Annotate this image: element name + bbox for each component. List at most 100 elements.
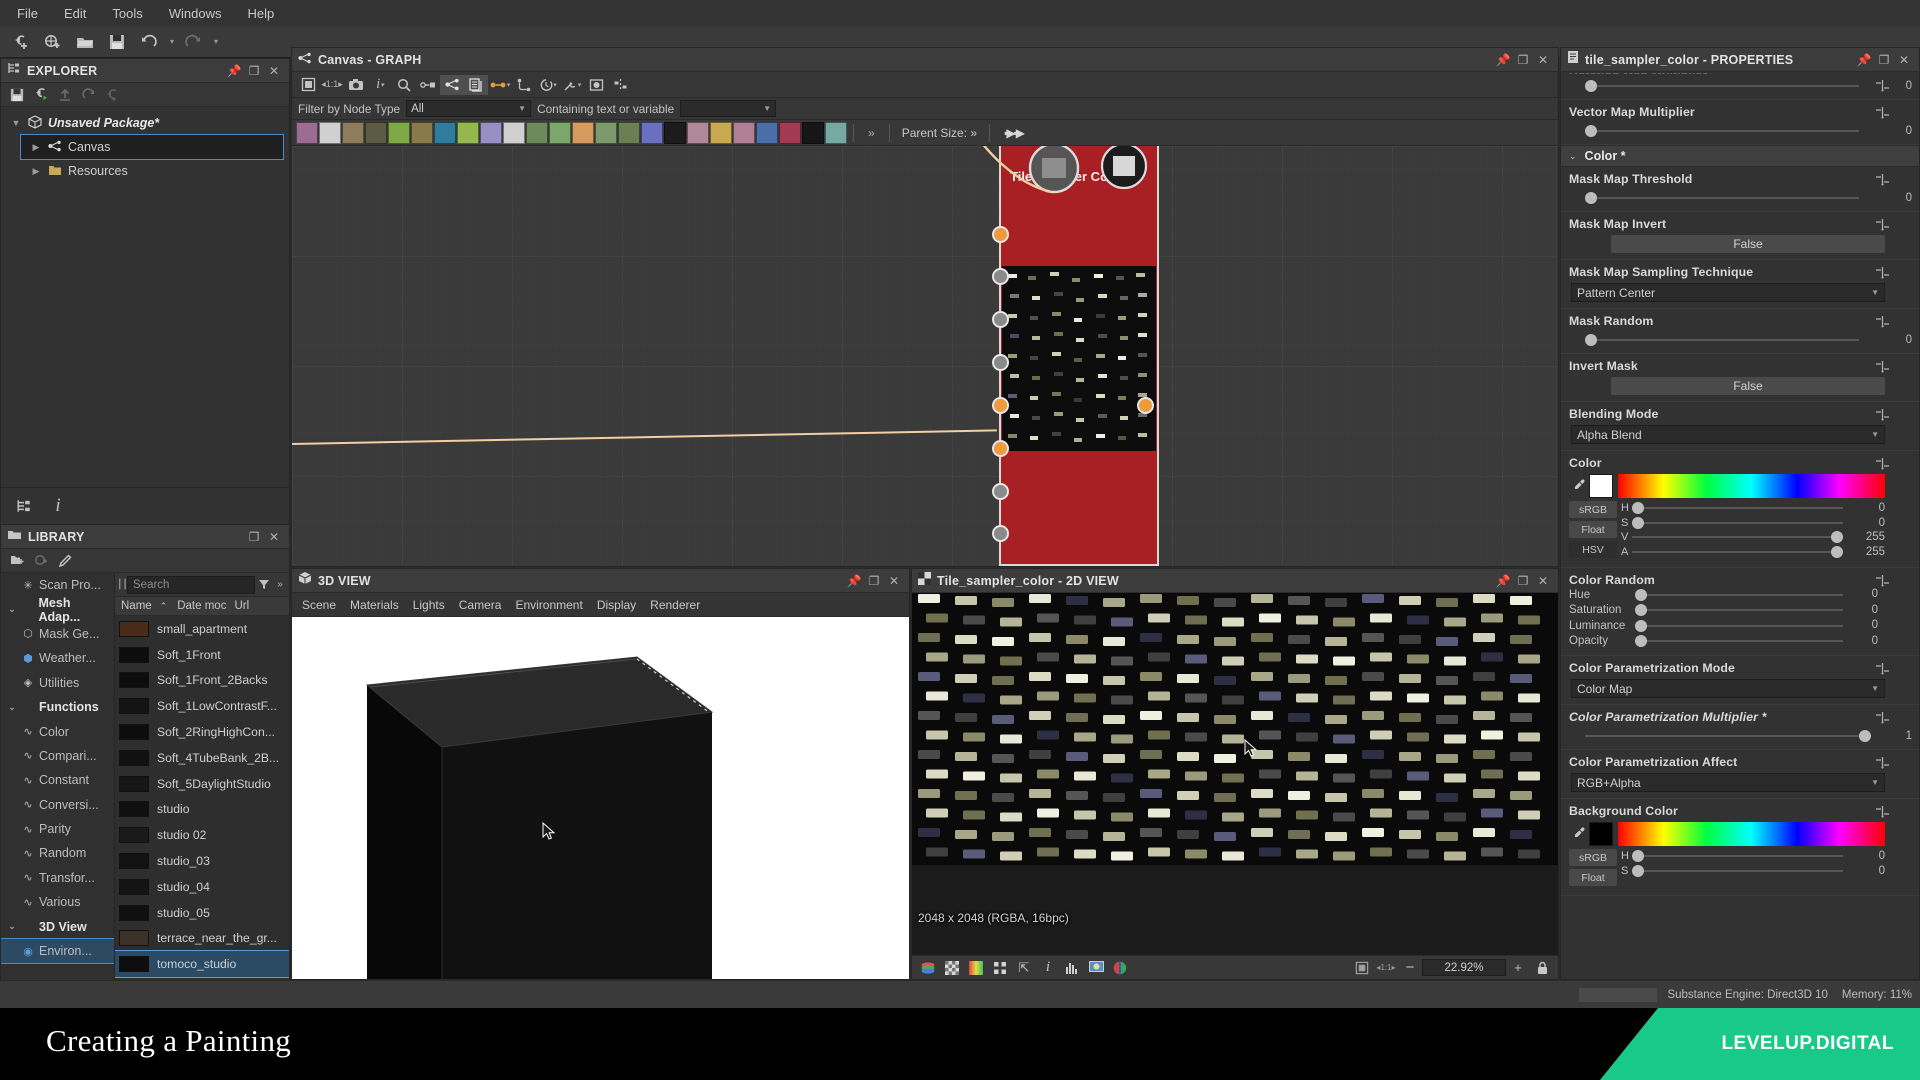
fill-node[interactable] <box>779 121 801 144</box>
gradient-icon[interactable] <box>964 958 988 978</box>
library-category-functions[interactable]: ⌄ Functions <box>1 695 114 719</box>
bitmap-node[interactable] <box>296 121 318 144</box>
color-mode-hsv[interactable]: HSV <box>1569 541 1617 558</box>
hue-gradient-bar[interactable] <box>1618 474 1885 498</box>
fx-map-node[interactable] <box>802 121 824 144</box>
color-swatch[interactable] <box>1589 474 1613 498</box>
curve-node[interactable] <box>388 121 410 144</box>
gradient-map-node[interactable] <box>618 121 640 144</box>
close-icon[interactable]: ✕ <box>1534 51 1552 69</box>
toggle-button[interactable]: False <box>1611 235 1885 253</box>
undo-icon[interactable] <box>134 29 164 55</box>
warp-node[interactable] <box>480 121 502 144</box>
close-icon[interactable]: ✕ <box>265 528 283 546</box>
menu-edit[interactable]: Edit <box>51 2 99 25</box>
explorer-tree-tab-icon[interactable] <box>7 492 41 520</box>
shape-node[interactable] <box>549 121 571 144</box>
zoom-in-button[interactable]: + <box>1506 958 1530 978</box>
text-node[interactable] <box>733 121 755 144</box>
view3d-menu-lights[interactable]: Lights <box>407 595 451 615</box>
info-icon[interactable]: i ▾ <box>368 75 392 95</box>
library-category-compari[interactable]: ∿ Compari... <box>1 744 114 768</box>
library-category-meshadap[interactable]: ⌄ Mesh Adap... <box>1 596 114 624</box>
upload-icon[interactable] <box>53 85 77 105</box>
pick-icon[interactable]: ⇱ <box>1012 958 1036 978</box>
maximize-icon[interactable]: ❐ <box>1875 51 1893 69</box>
library-list-item[interactable]: small_apartment <box>115 616 289 642</box>
maximize-icon[interactable]: ❐ <box>245 62 263 80</box>
function-graph-icon[interactable] <box>1875 756 1891 770</box>
zoom-out-button[interactable]: − <box>1398 958 1422 978</box>
gradient-node[interactable] <box>457 121 479 144</box>
channel-v[interactable]: V 255 <box>1621 530 1885 545</box>
channel-a[interactable]: A 255 <box>1621 545 1885 560</box>
chevron-down-icon[interactable]: ▼ <box>7 118 25 128</box>
library-list-item[interactable]: studio_03 <box>115 848 289 874</box>
slider-knob[interactable] <box>1859 730 1871 742</box>
slider-track[interactable] <box>1571 191 1859 205</box>
uniform-node[interactable] <box>595 121 617 144</box>
close-icon[interactable]: ✕ <box>1895 51 1913 69</box>
pin-icon[interactable]: 📌 <box>845 572 863 590</box>
function-graph-icon[interactable] <box>1875 574 1891 588</box>
library-category-utilities[interactable]: ◈ Utilities <box>1 671 114 695</box>
library-category-parity[interactable]: ∿ Parity <box>1 817 114 841</box>
library-category-transfor[interactable]: ∿ Transfor... <box>1 866 114 890</box>
lock-icon[interactable] <box>1530 958 1554 978</box>
library-category-scanpro[interactable]: ✳ Scan Pro... <box>1 573 114 597</box>
display-icon[interactable] <box>1084 958 1108 978</box>
function-graph-icon[interactable] <box>1875 106 1891 120</box>
filter-icon[interactable] <box>29 551 53 571</box>
color-mode-srgb[interactable]: sRGB <box>1569 501 1617 518</box>
dropdown-select[interactable]: Color Map ▼ <box>1571 679 1885 698</box>
library-list-item[interactable]: Soft_4TubeBank_2B... <box>115 745 289 771</box>
publish-icon[interactable] <box>29 85 53 105</box>
library-list-item[interactable]: Soft_1LowContrastF... <box>115 693 289 719</box>
library-category-3dview[interactable]: ⌄ 3D View <box>1 914 114 938</box>
node-input-port-2[interactable] <box>992 311 1009 328</box>
selection-node[interactable] <box>756 121 778 144</box>
redo-dropdown-icon[interactable]: ▾ <box>210 37 222 46</box>
color-mode-float[interactable]: Float <box>1569 521 1617 538</box>
timer-icon[interactable]: ▾ <box>536 75 560 95</box>
view2d-viewport[interactable]: 2048 x 2048 (RGBA, 16bpc) <box>912 593 1558 955</box>
subslider-luminance[interactable]: Luminance 0 <box>1569 618 1885 634</box>
node-link-toggle-icon[interactable]: ▪▶▪▶ <box>996 126 1031 140</box>
function-graph-icon[interactable] <box>1875 457 1891 471</box>
library-list-item[interactable]: tomoco_studio <box>115 950 289 979</box>
channel-h[interactable]: H0 <box>1621 849 1885 864</box>
material-node[interactable] <box>825 121 847 144</box>
library-list-item[interactable]: Soft_1Front <box>115 642 289 668</box>
eyedropper-icon[interactable] <box>1569 822 1589 842</box>
new-package-icon[interactable] <box>6 29 36 55</box>
link-node-icon[interactable] <box>416 75 440 95</box>
view3d-viewport[interactable] <box>292 617 909 979</box>
function-graph-icon[interactable] <box>1875 408 1891 422</box>
library-list-item[interactable]: Soft_5DaylightStudio <box>115 771 289 797</box>
subslider-saturation[interactable]: Saturation 0 <box>1569 603 1885 619</box>
blur-node[interactable] <box>411 121 433 144</box>
close-icon[interactable]: ✕ <box>885 572 903 590</box>
properties-section-color[interactable]: ⌄ Color * <box>1561 145 1919 167</box>
transform-node[interactable] <box>434 121 456 144</box>
blend-node[interactable] <box>342 121 364 144</box>
library-list-item[interactable]: studio <box>115 797 289 823</box>
rgb-icon[interactable] <box>1108 958 1132 978</box>
library-category-conversi[interactable]: ∿ Conversi... <box>1 793 114 817</box>
subslider-opacity[interactable]: Opacity 0 <box>1569 634 1885 650</box>
library-category-weather[interactable]: ⬢ Weather... <box>1 646 114 670</box>
parent-size-label[interactable]: Parent Size: » <box>896 126 983 140</box>
graph-view-icon[interactable] <box>440 74 464 95</box>
new-graph-icon[interactable] <box>38 29 68 55</box>
close-icon[interactable]: ✕ <box>265 62 283 80</box>
menu-windows[interactable]: Windows <box>156 2 235 25</box>
view3d-menu-materials[interactable]: Materials <box>344 595 405 615</box>
search-more-icon[interactable]: » <box>273 575 287 595</box>
library-item-list[interactable]: small_apartment Soft_1Front Soft_1Front_2B… <box>115 616 289 981</box>
fit-view-icon[interactable] <box>296 75 320 95</box>
properties-list[interactable]: Rotation Map Multiplier0Vector Map Multi… <box>1561 73 1919 979</box>
library-list-item[interactable]: Soft_2RingHighCon... <box>115 719 289 745</box>
connect-nodes-icon[interactable]: ▾ <box>488 75 512 95</box>
node-output-port[interactable] <box>1137 397 1154 414</box>
search-input[interactable]: Search <box>127 575 255 594</box>
